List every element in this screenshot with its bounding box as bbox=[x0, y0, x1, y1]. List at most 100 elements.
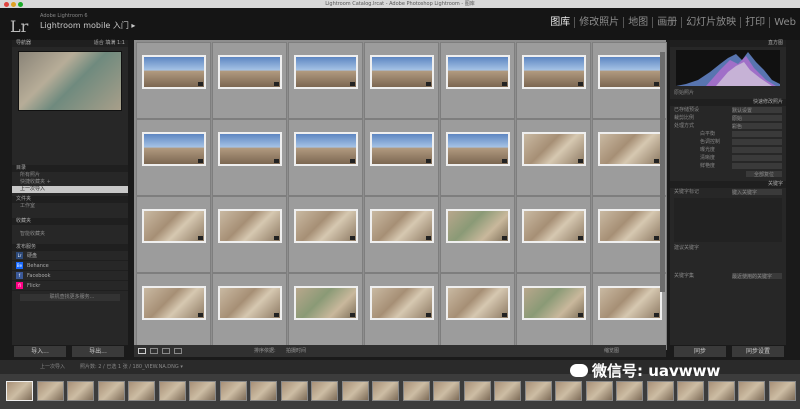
grid-cell[interactable] bbox=[440, 273, 515, 350]
filmstrip-source[interactable]: 上一次导入 bbox=[40, 360, 65, 374]
photo-thumbnail[interactable] bbox=[522, 209, 586, 243]
lightroom-mobile-link[interactable]: Lightroom mobile 入门 ▸ bbox=[40, 20, 135, 31]
grid-cell[interactable] bbox=[516, 196, 591, 273]
photo-thumbnail[interactable] bbox=[218, 132, 282, 166]
filmstrip-thumbnail[interactable] bbox=[768, 381, 796, 401]
filmstrip-thumbnail[interactable] bbox=[372, 381, 399, 401]
photo-thumbnail[interactable] bbox=[294, 286, 358, 320]
tone-buttons[interactable] bbox=[732, 139, 782, 145]
navigator-header[interactable]: 导航器 适合 填满 1:1 bbox=[12, 40, 128, 47]
sync-button[interactable]: 同步 bbox=[674, 346, 726, 357]
module-develop[interactable]: 修改照片 bbox=[575, 17, 625, 28]
module-library[interactable]: 图库 bbox=[546, 17, 576, 28]
folder-item[interactable]: 工作室 bbox=[12, 203, 128, 210]
photo-thumbnail[interactable] bbox=[370, 132, 434, 166]
grid-cell[interactable] bbox=[288, 119, 363, 196]
catalog-item-selected[interactable]: 上一次导入 bbox=[12, 186, 128, 193]
photo-thumbnail[interactable] bbox=[218, 209, 282, 243]
catalog-item[interactable]: 快捷收藏夹 + bbox=[12, 179, 128, 186]
grid-view-icon[interactable] bbox=[138, 348, 146, 354]
crop-select[interactable]: 原始 bbox=[732, 115, 782, 122]
photo-thumbnail[interactable] bbox=[522, 55, 586, 89]
filmstrip-thumbnail[interactable] bbox=[646, 381, 674, 401]
grid-cell[interactable] bbox=[288, 196, 363, 273]
filmstrip-thumbnail[interactable] bbox=[128, 381, 155, 401]
grid-cell[interactable] bbox=[364, 42, 439, 119]
filmstrip-thumbnail[interactable] bbox=[36, 381, 64, 401]
grid-cell[interactable] bbox=[212, 273, 287, 350]
vibrance-buttons[interactable] bbox=[732, 163, 782, 169]
publish-facebook[interactable]: f Facebook bbox=[12, 271, 128, 281]
grid-cell[interactable] bbox=[440, 196, 515, 273]
filmstrip-thumbnail[interactable] bbox=[219, 381, 247, 401]
loupe-view-icon[interactable] bbox=[150, 348, 158, 354]
photo-thumbnail[interactable] bbox=[142, 55, 206, 89]
filmstrip-thumbnail[interactable] bbox=[707, 381, 735, 401]
grid-cell[interactable] bbox=[212, 196, 287, 273]
collections-header[interactable]: 收藏夹 bbox=[12, 218, 128, 225]
module-web[interactable]: Web bbox=[770, 17, 800, 28]
grid-cell[interactable] bbox=[516, 119, 591, 196]
grid-cell[interactable] bbox=[288, 42, 363, 119]
keywording-header[interactable]: 关键字 bbox=[670, 181, 786, 188]
survey-view-icon[interactable] bbox=[174, 348, 182, 354]
histogram-header[interactable]: 直方图 bbox=[670, 40, 786, 47]
module-map[interactable]: 地图 bbox=[624, 17, 654, 28]
publish-hard-drive[interactable]: Lr 硬盘 bbox=[12, 251, 128, 261]
filmstrip-thumbnail[interactable] bbox=[402, 381, 430, 401]
photo-thumbnail[interactable] bbox=[522, 132, 586, 166]
grid-cell[interactable] bbox=[592, 273, 667, 350]
photo-thumbnail[interactable] bbox=[294, 209, 358, 243]
export-button[interactable]: 导出... bbox=[72, 346, 124, 357]
filmstrip-thumbnail[interactable] bbox=[158, 381, 186, 401]
filmstrip-thumbnail[interactable] bbox=[97, 381, 125, 401]
photo-thumbnail[interactable] bbox=[370, 55, 434, 89]
reset-all-button[interactable]: 全部复位 bbox=[746, 171, 782, 178]
original-photo-toggle[interactable]: 原始照片 bbox=[670, 89, 786, 97]
filmstrip-thumbnail[interactable] bbox=[311, 381, 338, 401]
keyword-input[interactable] bbox=[674, 198, 782, 242]
filmstrip-thumbnail[interactable] bbox=[677, 381, 704, 401]
clarity-buttons[interactable] bbox=[732, 155, 782, 161]
filmstrip-thumbnail[interactable] bbox=[250, 381, 277, 401]
white-balance-select[interactable] bbox=[732, 131, 782, 137]
publish-behance[interactable]: Be Behance bbox=[12, 261, 128, 271]
module-book[interactable]: 画册 bbox=[653, 17, 683, 28]
filmstrip-thumbnail[interactable] bbox=[6, 381, 33, 401]
photo-thumbnail[interactable] bbox=[370, 286, 434, 320]
photo-thumbnail[interactable] bbox=[142, 286, 206, 320]
grid-cell[interactable] bbox=[440, 42, 515, 119]
filmstrip-thumbnail[interactable] bbox=[67, 381, 94, 401]
filmstrip-thumbnail[interactable] bbox=[585, 381, 613, 401]
sort-dropdown[interactable]: 拍摄时间 bbox=[286, 345, 306, 357]
import-button[interactable]: 导入... bbox=[14, 346, 66, 357]
saved-preset-select[interactable]: 默认设置 bbox=[732, 107, 782, 114]
grid-cell[interactable] bbox=[592, 196, 667, 273]
keyword-tags-select[interactable]: 键入关键字 bbox=[732, 189, 782, 196]
grid-cell[interactable] bbox=[364, 273, 439, 350]
photo-thumbnail[interactable] bbox=[446, 209, 510, 243]
photo-thumbnail[interactable] bbox=[446, 55, 510, 89]
grid-cell[interactable] bbox=[212, 119, 287, 196]
photo-thumbnail[interactable] bbox=[598, 132, 662, 166]
grid-cell[interactable] bbox=[516, 42, 591, 119]
quick-develop-header[interactable]: 快速修改照片 bbox=[670, 99, 786, 106]
filmstrip-thumbnail[interactable] bbox=[189, 381, 216, 401]
photo-thumbnail[interactable] bbox=[218, 55, 282, 89]
photo-thumbnail[interactable] bbox=[522, 286, 586, 320]
sync-settings-button[interactable]: 同步设置 bbox=[732, 346, 784, 357]
find-more-services-button[interactable]: 联机查找更多服务... bbox=[20, 294, 120, 301]
photo-thumbnail[interactable] bbox=[142, 132, 206, 166]
grid-cell[interactable] bbox=[136, 196, 211, 273]
photo-thumbnail[interactable] bbox=[446, 286, 510, 320]
catalog-header[interactable]: 目录 bbox=[12, 165, 128, 172]
navigator-preview[interactable] bbox=[18, 51, 122, 111]
photo-thumbnail[interactable] bbox=[446, 132, 510, 166]
collection-item[interactable]: 智能收藏夹 bbox=[12, 231, 128, 238]
grid-cell[interactable] bbox=[212, 42, 287, 119]
filmstrip-thumbnail[interactable] bbox=[341, 381, 369, 401]
module-slideshow[interactable]: 幻灯片放映 bbox=[682, 17, 742, 28]
publish-flickr[interactable]: fl Flickr bbox=[12, 281, 128, 291]
filmstrip-thumbnail[interactable] bbox=[738, 381, 765, 401]
grid-cell[interactable] bbox=[592, 119, 667, 196]
